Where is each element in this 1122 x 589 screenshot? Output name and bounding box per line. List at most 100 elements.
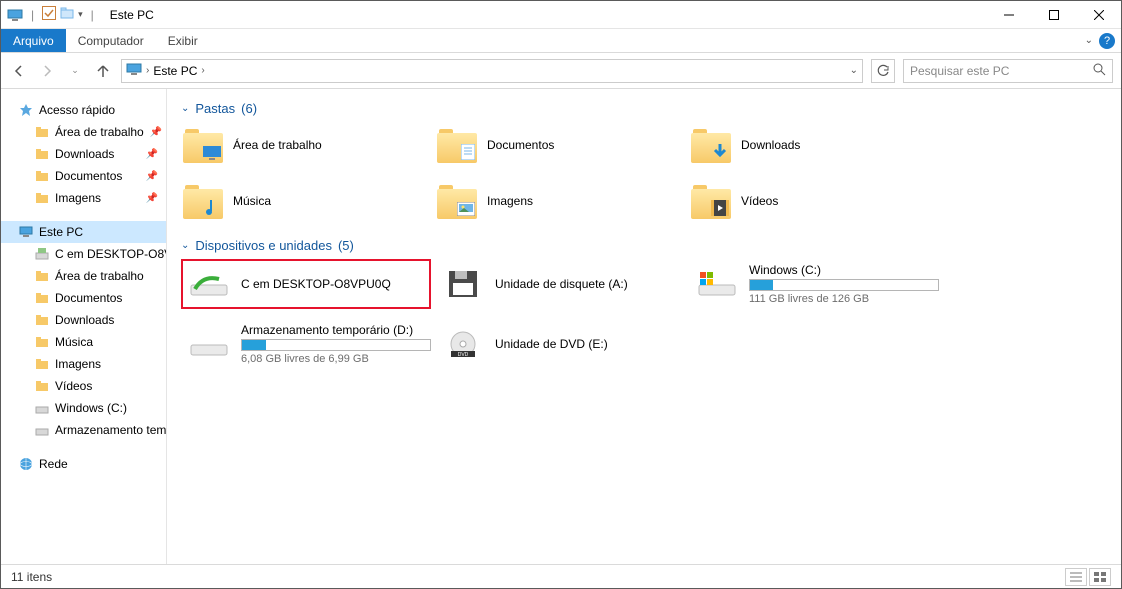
folder-v-deos[interactable]: Vídeos bbox=[689, 178, 939, 224]
tab-view[interactable]: Exibir bbox=[156, 29, 210, 52]
sidebar-item--rea-de-trabalho[interactable]: Área de trabalho bbox=[1, 265, 166, 287]
folder-label: Documentos bbox=[487, 138, 554, 152]
pc-icon bbox=[126, 61, 142, 80]
folder-label: Vídeos bbox=[741, 194, 778, 208]
address-dropdown-icon[interactable]: ⌄ bbox=[850, 65, 858, 76]
titlebar: | ▾ | Este PC bbox=[1, 1, 1121, 29]
sidebar-item-armazenamento-tempor-rio-d-[interactable]: Armazenamento temporário (D:) bbox=[1, 419, 166, 441]
device-unidade-de-disquete-a-[interactable]: Unidade de disquete (A:) bbox=[435, 259, 685, 309]
section-folders-header[interactable]: ⌄ Pastas (6) bbox=[181, 101, 1107, 116]
sidebar-item-v-deos[interactable]: Vídeos bbox=[1, 375, 166, 397]
drive-icon bbox=[35, 423, 49, 437]
network-icon bbox=[19, 457, 33, 471]
svg-text:DVD: DVD bbox=[458, 352, 469, 358]
section-title: Pastas bbox=[195, 101, 235, 116]
chevron-right-icon[interactable]: › bbox=[201, 65, 204, 76]
storage-gauge bbox=[749, 279, 939, 291]
view-large-icons-button[interactable] bbox=[1089, 568, 1111, 586]
hdd-icon bbox=[189, 329, 229, 359]
sidebar-item-downloads[interactable]: Downloads📌 bbox=[1, 143, 166, 165]
help-icon[interactable]: ? bbox=[1099, 33, 1115, 49]
sidebar-this-pc[interactable]: Este PC bbox=[1, 221, 166, 243]
pin-icon: 📌 bbox=[146, 149, 158, 160]
sidebar-item-label: Downloads bbox=[55, 313, 114, 327]
device-label: Unidade de disquete (A:) bbox=[495, 277, 628, 291]
sidebar-item-c-em-desktop-o8vpu0q[interactable]: C em DESKTOP-O8VPU0Q bbox=[1, 243, 166, 265]
sidebar-item-área-de-trabalho[interactable]: Área de trabalho📌 bbox=[1, 121, 166, 143]
sidebar-item-windows-c-[interactable]: Windows (C:) bbox=[1, 397, 166, 419]
view-details-button[interactable] bbox=[1065, 568, 1087, 586]
content-area: ⌄ Pastas (6) Área de trabalho Documentos D… bbox=[167, 89, 1121, 564]
folder-icon bbox=[691, 181, 731, 221]
sidebar-item-label: Área de trabalho bbox=[55, 269, 144, 283]
folder--rea-de-trabalho[interactable]: Área de trabalho bbox=[181, 122, 431, 168]
qat-new-folder-icon[interactable] bbox=[60, 6, 74, 23]
folder-m-sica[interactable]: Música bbox=[181, 178, 431, 224]
chevron-right-icon[interactable]: › bbox=[146, 65, 149, 76]
recent-dropdown[interactable]: ⌄ bbox=[65, 61, 85, 81]
folder-icon bbox=[35, 291, 49, 305]
netdrive-icon bbox=[189, 269, 229, 299]
floppy-icon bbox=[443, 269, 483, 299]
device-unidade-de-dvd-e-[interactable]: DVDUnidade de DVD (E:) bbox=[435, 319, 685, 369]
maximize-button[interactable] bbox=[1031, 1, 1076, 29]
sidebar-item-label: Área de trabalho bbox=[55, 125, 144, 139]
chevron-down-icon: ⌄ bbox=[181, 103, 189, 114]
folder-icon bbox=[35, 379, 49, 393]
qat-dropdown-icon[interactable]: ▾ bbox=[78, 9, 83, 20]
section-devices-header[interactable]: ⌄ Dispositivos e unidades (5) bbox=[181, 238, 1107, 253]
star-icon bbox=[19, 103, 33, 117]
sidebar-item-label: Vídeos bbox=[55, 379, 92, 393]
minimize-button[interactable] bbox=[986, 1, 1031, 29]
tab-computer[interactable]: Computador bbox=[66, 29, 156, 52]
folder-icon bbox=[35, 335, 49, 349]
sidebar-item-label: Este PC bbox=[39, 225, 83, 239]
sidebar-item-documentos[interactable]: Documentos bbox=[1, 287, 166, 309]
folder-label: Música bbox=[233, 194, 271, 208]
device-c-em-desktop-o8vpu0q[interactable]: C em DESKTOP-O8VPU0Q bbox=[181, 259, 431, 309]
section-count: (6) bbox=[241, 101, 257, 116]
up-button[interactable] bbox=[93, 61, 113, 81]
folder-imagens[interactable]: Imagens bbox=[435, 178, 685, 224]
folder-icon bbox=[35, 313, 49, 327]
close-button[interactable] bbox=[1076, 1, 1121, 29]
sidebar-item-downloads[interactable]: Downloads bbox=[1, 309, 166, 331]
status-item-count: 11 itens bbox=[11, 570, 52, 584]
forward-button[interactable] bbox=[37, 61, 57, 81]
sidebar-item-m-sica[interactable]: Música bbox=[1, 331, 166, 353]
sidebar-item-imagens[interactable]: Imagens bbox=[1, 353, 166, 375]
search-input[interactable]: Pesquisar este PC bbox=[903, 59, 1113, 83]
search-placeholder: Pesquisar este PC bbox=[910, 64, 1009, 78]
refresh-button[interactable] bbox=[871, 59, 895, 83]
folder-icon bbox=[35, 191, 49, 205]
address-bar[interactable]: › Este PC › ⌄ bbox=[121, 59, 863, 83]
back-button[interactable] bbox=[9, 61, 29, 81]
breadcrumb-this-pc[interactable]: Este PC bbox=[153, 64, 197, 78]
storage-gauge bbox=[241, 339, 431, 351]
drive-icon bbox=[35, 401, 49, 415]
sidebar-network[interactable]: Rede bbox=[1, 453, 166, 475]
pin-icon: 📌 bbox=[146, 193, 158, 204]
sidebar-item-documentos[interactable]: Documentos📌 bbox=[1, 165, 166, 187]
device-label: Armazenamento temporário (D:) bbox=[241, 323, 431, 337]
pin-icon: 📌 bbox=[146, 171, 158, 182]
device-windows-c-[interactable]: Windows (C:)111 GB livres de 126 GB bbox=[689, 259, 939, 309]
folder-icon bbox=[35, 147, 49, 161]
sidebar-item-imagens[interactable]: Imagens 📌 bbox=[1, 187, 166, 209]
section-count: (5) bbox=[338, 238, 354, 253]
folder-documentos[interactable]: Documentos bbox=[435, 122, 685, 168]
window-title: Este PC bbox=[110, 8, 154, 22]
sidebar-item-label: Imagens bbox=[55, 191, 101, 205]
qat-checkbox-icon[interactable] bbox=[42, 6, 56, 23]
device-armazenamento-tempor-rio-d-[interactable]: Armazenamento temporário (D:)6,08 GB liv… bbox=[181, 319, 431, 369]
ribbon-expand-icon[interactable]: ⌄ bbox=[1085, 35, 1093, 46]
folder-icon bbox=[35, 169, 49, 183]
tab-file[interactable]: Arquivo bbox=[1, 29, 66, 52]
sidebar-quick-access[interactable]: Acesso rápido bbox=[1, 99, 166, 121]
dvd-icon: DVD bbox=[443, 329, 483, 359]
folder-downloads[interactable]: Downloads bbox=[689, 122, 939, 168]
folder-icon bbox=[183, 125, 223, 165]
statusbar: 11 itens bbox=[1, 564, 1121, 588]
folder-icon bbox=[35, 357, 49, 371]
sidebar-item-label: Rede bbox=[39, 457, 68, 471]
